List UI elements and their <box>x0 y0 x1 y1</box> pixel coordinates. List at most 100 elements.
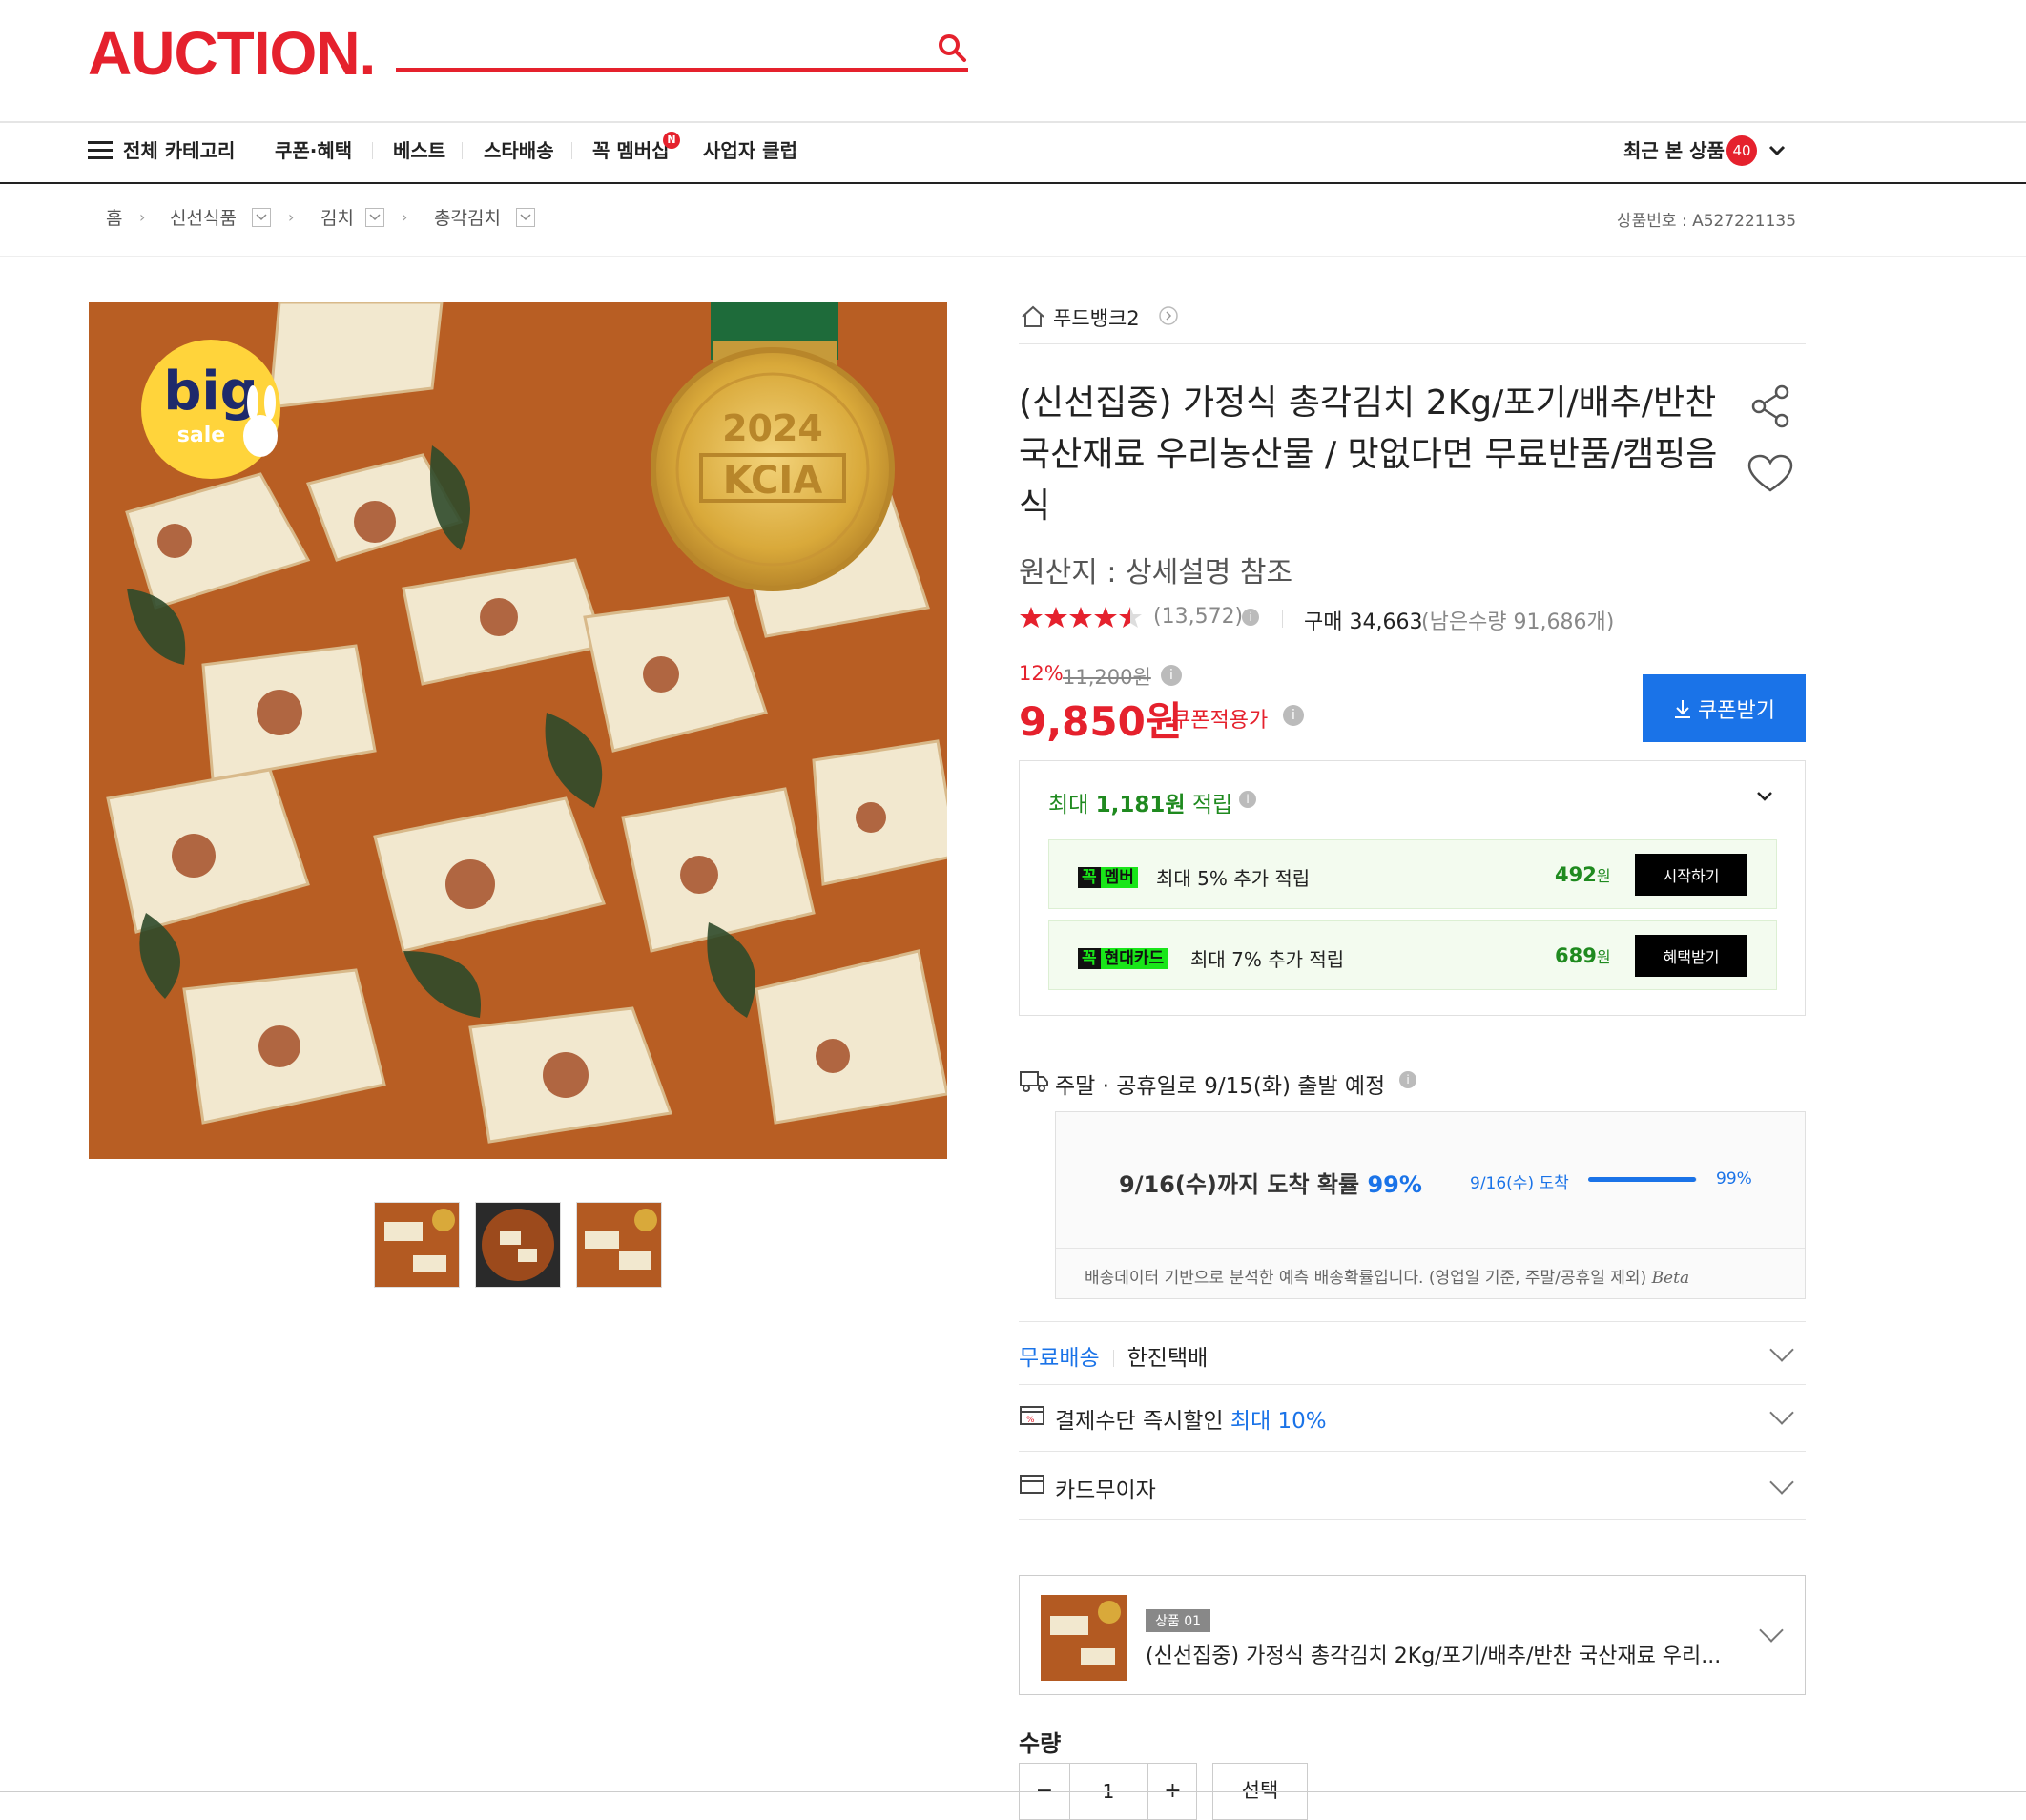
remaining-stock: (남은수량 91,686개) <box>1421 610 1615 634</box>
nav-coupon-benefits[interactable]: 쿠폰·혜택 <box>275 138 352 163</box>
probability-value: 99% <box>1367 1171 1422 1198</box>
breadcrumb-item[interactable]: 김치 <box>320 207 354 230</box>
option-tag: 상품 01 <box>1146 1609 1211 1632</box>
recent-count-badge: 40 <box>1726 135 1757 166</box>
breadcrumb-separator: › <box>139 208 146 226</box>
hyundai-card-tag: 꼭 현대카드 <box>1078 944 1168 969</box>
search-input[interactable] <box>396 68 968 72</box>
payment-discount-row[interactable]: % 결제수단 즉시할인 최대 10% <box>1019 1384 1806 1447</box>
seller-name[interactable]: 푸드뱅크2 <box>1053 303 1140 332</box>
product-number: 상품번호 : A527221135 <box>1617 212 1797 231</box>
chevron-right-circle-icon[interactable] <box>1158 305 1179 326</box>
departure-info: 주말 · 공휴일로 9/15(화) 출발 예정 <box>1055 1074 1386 1099</box>
info-icon[interactable]: i <box>1283 705 1304 726</box>
medal-year: 2024 <box>722 407 823 449</box>
svg-text:%: % <box>1026 1416 1035 1425</box>
payment-discount-icon: % <box>1020 1406 1044 1425</box>
points-panel: 최대 1,181원 적립 i 꼭 멤버 최대 5% 추가 적립 492원 시작하기… <box>1019 760 1806 1016</box>
probability-divider <box>1056 1248 1805 1249</box>
info-icon[interactable]: i <box>1161 665 1182 686</box>
get-benefit-button[interactable]: 혜택받기 <box>1635 935 1747 977</box>
nav-divider-top <box>0 121 2026 123</box>
breadcrumb-separator: › <box>402 208 408 226</box>
chevron-down-icon[interactable] <box>1768 143 1787 158</box>
chevron-down-icon[interactable] <box>365 208 384 227</box>
breadcrumb-item[interactable]: 신선식품 <box>170 207 237 230</box>
nav-membership[interactable]: 꼭 멤버십 <box>592 138 670 163</box>
product-thumbnail[interactable] <box>374 1202 460 1288</box>
menu-icon[interactable] <box>88 141 113 160</box>
card-points-row: 꼭 현대카드 최대 7% 추가 적립 689원 혜택받기 <box>1048 920 1777 990</box>
auction-logo[interactable]: AUCTION. <box>88 23 376 84</box>
product-main-image[interactable]: 2024 KCIA big sale <box>89 302 947 1159</box>
medal-text: KCIA <box>723 459 822 503</box>
card-points-desc: 최대 7% 추가 적립 <box>1190 948 1345 971</box>
get-coupon-label: 쿠폰받기 <box>1698 698 1775 723</box>
card-icon <box>1020 1475 1044 1494</box>
breadcrumb-separator: › <box>288 208 295 226</box>
breadcrumb-item[interactable]: 총각김치 <box>434 207 501 230</box>
points-title[interactable]: 최대 1,181원 적립 <box>1048 786 1232 818</box>
sale-price: 9,850원 <box>1019 698 1183 745</box>
nav-separator <box>571 142 572 159</box>
start-membership-button[interactable]: 시작하기 <box>1635 854 1747 896</box>
chevron-down-icon[interactable] <box>252 208 271 227</box>
search-icon[interactable] <box>937 32 967 63</box>
review-count[interactable]: (13,572) <box>1153 605 1243 629</box>
purchase-count: 구매 34,663 <box>1304 610 1423 634</box>
nav-separator <box>462 142 463 159</box>
recent-products-label[interactable]: 최근 본 상품 <box>1623 138 1725 163</box>
beta-label: Beta <box>1651 1269 1690 1288</box>
probability-bar-track <box>1588 1177 1697 1182</box>
nav-separator <box>372 142 373 159</box>
chevron-down-icon[interactable] <box>516 208 535 227</box>
get-coupon-button[interactable]: 쿠폰받기 <box>1643 674 1806 742</box>
chevron-down-icon[interactable] <box>1759 1618 1784 1643</box>
membership-tag: 꼭 멤버 <box>1078 863 1138 888</box>
chevron-down-icon[interactable] <box>1755 790 1774 803</box>
installment-row[interactable]: 카드무이자 <box>1019 1451 1806 1520</box>
probability-bar-fill <box>1588 1177 1696 1182</box>
rating-separator <box>1282 610 1283 628</box>
option-select[interactable]: 상품 01 (신선집중) 가정식 총각김치 2Kg/포기/배추/반찬 국산재료 … <box>1019 1575 1806 1695</box>
truck-icon <box>1020 1071 1048 1092</box>
points-max-amount: 1,181원 <box>1095 793 1186 817</box>
breadcrumb-divider <box>0 256 2026 257</box>
shipping-method-row[interactable]: 무료배송 한진택배 <box>1019 1321 1806 1384</box>
big-sale-badge-sale: sale <box>177 424 225 447</box>
payment-discount-label: 결제수단 즉시할인 <box>1055 1409 1224 1434</box>
probability-title: 9/16(수)까지 도착 확률 99% <box>1119 1171 1422 1198</box>
product-thumbnail[interactable] <box>576 1202 662 1288</box>
rating-stars <box>1019 605 1143 635</box>
store-home-icon <box>1022 305 1044 327</box>
breadcrumb-home[interactable]: 홈 <box>106 207 122 230</box>
heart-icon[interactable] <box>1747 454 1793 494</box>
info-icon[interactable]: i <box>1239 791 1256 808</box>
nav-best[interactable]: 베스트 <box>393 138 445 163</box>
nav-all-categories[interactable]: 전체 카테고리 <box>123 138 235 163</box>
points-title-suffix: 적립 <box>1191 793 1233 817</box>
nav-business-club[interactable]: 사업자 클럽 <box>703 138 797 163</box>
chevron-down-icon[interactable] <box>1769 1400 1794 1425</box>
origin-info: 원산지 : 상세설명 참조 <box>1019 556 1293 589</box>
info-icon[interactable]: i <box>1399 1071 1416 1088</box>
carrier-label: 한진택배 <box>1127 1346 1209 1371</box>
big-sale-badge: big <box>163 361 258 423</box>
discount-rate: 12% <box>1019 662 1064 685</box>
chevron-down-icon[interactable] <box>1769 1337 1794 1362</box>
nav-divider-bottom <box>0 182 2026 184</box>
page-bottom-divider <box>0 1791 2026 1792</box>
membership-points-amount: 492원 <box>1555 863 1611 886</box>
product-thumbnail[interactable] <box>475 1202 561 1288</box>
option-title: (신선집중) 가정식 총각김치 2Kg/포기/배추/반찬 국산재료 우리... <box>1146 1644 1722 1668</box>
info-icon[interactable]: i <box>1242 609 1259 626</box>
share-icon[interactable] <box>1749 383 1791 429</box>
membership-points-row: 꼭 멤버 최대 5% 추가 적립 492원 시작하기 <box>1048 839 1777 909</box>
original-price: 11,200원 <box>1063 666 1151 689</box>
coupon-price-label: 쿠폰적용가 <box>1171 709 1269 733</box>
free-shipping-label: 무료배송 <box>1019 1346 1100 1371</box>
seller-divider <box>1019 343 1806 344</box>
download-icon <box>1675 699 1691 718</box>
chevron-down-icon[interactable] <box>1769 1470 1794 1495</box>
nav-star-delivery[interactable]: 스타배송 <box>484 138 554 163</box>
